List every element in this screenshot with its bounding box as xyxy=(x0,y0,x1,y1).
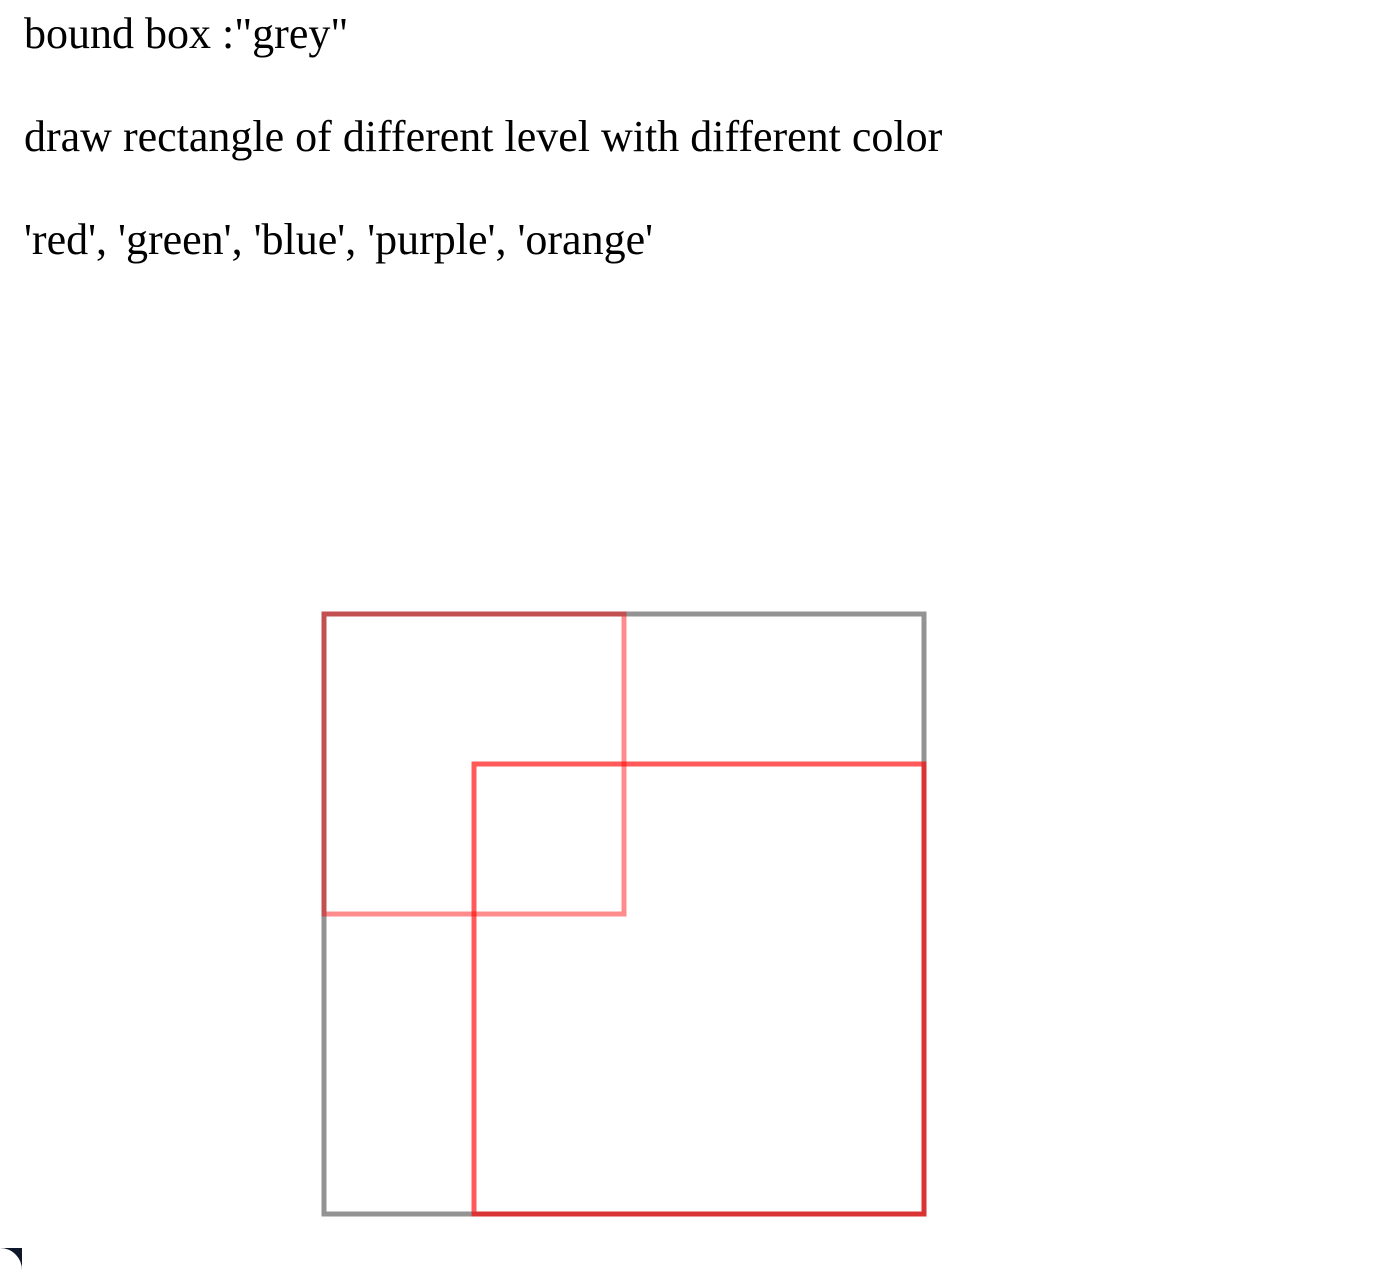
bound-box-rect xyxy=(321,611,927,1217)
color-list-text: 'red', 'green', 'blue', 'purple', 'orang… xyxy=(24,215,654,264)
heading-bound-box: bound box :"grey" xyxy=(24,9,349,58)
rectangle-diagram xyxy=(321,611,927,1217)
red-rect-top-left xyxy=(321,611,627,917)
window-corner xyxy=(0,1248,22,1270)
red-rect-bottom-right xyxy=(471,761,927,1217)
instruction-text: draw rectangle of different level with d… xyxy=(24,112,943,161)
